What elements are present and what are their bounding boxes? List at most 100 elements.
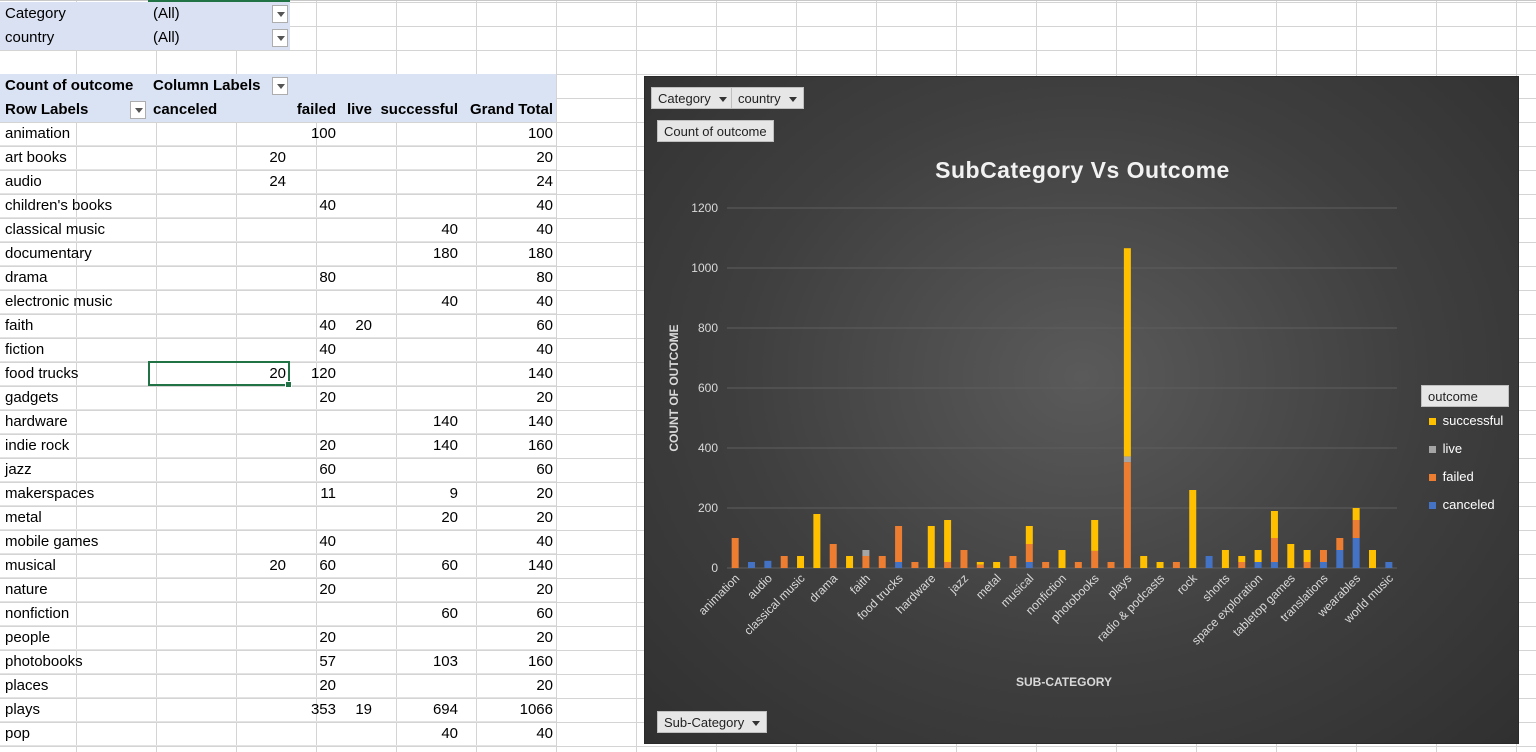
cell-failed[interactable]: 100 xyxy=(290,122,336,146)
row-label[interactable]: documentary xyxy=(5,242,92,266)
cell-canceled[interactable] xyxy=(148,722,286,746)
cell-canceled[interactable] xyxy=(148,290,286,314)
cell-successful[interactable]: 140 xyxy=(372,410,458,434)
cell-live[interactable] xyxy=(336,674,372,698)
row-label[interactable]: makerspaces xyxy=(5,482,94,506)
cell-successful[interactable]: 60 xyxy=(372,554,458,578)
cell-canceled[interactable] xyxy=(148,266,286,290)
cell-live[interactable] xyxy=(336,146,372,170)
cell-live[interactable] xyxy=(336,482,372,506)
cell-total[interactable]: 140 xyxy=(458,554,553,578)
cell-successful[interactable] xyxy=(372,146,458,170)
filter-dropdown-0[interactable] xyxy=(272,5,288,23)
col-header-canceled[interactable]: canceled xyxy=(153,98,217,122)
cell-live[interactable]: 19 xyxy=(336,698,372,722)
row-label[interactable]: audio xyxy=(5,170,42,194)
cell-failed[interactable]: 40 xyxy=(290,338,336,362)
row-label[interactable]: metal xyxy=(5,506,42,530)
row-label[interactable]: fiction xyxy=(5,338,44,362)
cell-failed[interactable]: 57 xyxy=(290,650,336,674)
cell-failed[interactable] xyxy=(290,146,336,170)
col-header-grand-total[interactable]: Grand Total xyxy=(458,98,553,122)
cell-failed[interactable] xyxy=(290,218,336,242)
pivot-chart[interactable]: Category country Count of outcome SubCat… xyxy=(644,76,1519,744)
legend-item-failed[interactable]: failed xyxy=(1421,463,1511,491)
cell-live[interactable] xyxy=(336,578,372,602)
cell-canceled[interactable]: 20 xyxy=(148,146,286,170)
cell-successful[interactable] xyxy=(372,578,458,602)
cell-successful[interactable] xyxy=(372,674,458,698)
cell-total[interactable]: 20 xyxy=(458,506,553,530)
cell-successful[interactable] xyxy=(372,338,458,362)
row-label[interactable]: art books xyxy=(5,146,67,170)
cell-canceled[interactable] xyxy=(148,122,286,146)
column-labels-filter-dropdown[interactable] xyxy=(272,77,288,95)
col-header-live[interactable]: live xyxy=(336,98,372,122)
cell-live[interactable] xyxy=(336,290,372,314)
col-header-failed[interactable]: failed xyxy=(290,98,336,122)
cell-canceled[interactable] xyxy=(148,530,286,554)
cell-failed[interactable] xyxy=(290,602,336,626)
row-label[interactable]: people xyxy=(5,626,50,650)
cell-live[interactable]: 20 xyxy=(336,314,372,338)
cell-canceled[interactable] xyxy=(148,218,286,242)
cell-failed[interactable]: 120 xyxy=(290,362,336,386)
row-label[interactable]: mobile games xyxy=(5,530,98,554)
cell-canceled[interactable] xyxy=(148,650,286,674)
row-label[interactable]: food trucks xyxy=(5,362,78,386)
cell-canceled[interactable] xyxy=(148,602,286,626)
cell-failed[interactable] xyxy=(290,506,336,530)
cell-total[interactable]: 40 xyxy=(458,722,553,746)
legend-field-button[interactable]: outcome xyxy=(1421,385,1509,423)
cell-successful[interactable]: 9 xyxy=(372,482,458,506)
cell-canceled[interactable] xyxy=(148,674,286,698)
cell-failed[interactable]: 80 xyxy=(290,266,336,290)
cell-live[interactable] xyxy=(336,626,372,650)
filter-dropdown-1[interactable] xyxy=(272,29,288,47)
cell-live[interactable] xyxy=(336,410,372,434)
cell-total[interactable]: 100 xyxy=(458,122,553,146)
cell-canceled[interactable] xyxy=(148,626,286,650)
cell-total[interactable]: 20 xyxy=(458,626,553,650)
cell-canceled[interactable] xyxy=(148,386,286,410)
cell-live[interactable] xyxy=(336,362,372,386)
cell-failed[interactable]: 40 xyxy=(290,194,336,218)
filter-value-0[interactable]: (All) xyxy=(153,2,180,26)
cell-total[interactable]: 40 xyxy=(458,530,553,554)
cell-failed[interactable]: 40 xyxy=(290,314,336,338)
cell-total[interactable]: 20 xyxy=(458,674,553,698)
cell-successful[interactable] xyxy=(372,530,458,554)
cell-successful[interactable] xyxy=(372,626,458,650)
row-label[interactable]: classical music xyxy=(5,218,105,242)
row-label[interactable]: photobooks xyxy=(5,650,83,674)
cell-successful[interactable]: 180 xyxy=(372,242,458,266)
row-label[interactable]: indie rock xyxy=(5,434,69,458)
cell-successful[interactable]: 40 xyxy=(372,290,458,314)
row-label[interactable]: electronic music xyxy=(5,290,113,314)
chart-axis-field-button[interactable]: Sub-Category xyxy=(657,711,768,733)
cell-canceled[interactable] xyxy=(148,410,286,434)
row-label[interactable]: gadgets xyxy=(5,386,58,410)
cell-total[interactable]: 40 xyxy=(458,338,553,362)
cell-failed[interactable] xyxy=(290,722,336,746)
cell-failed[interactable]: 20 xyxy=(290,386,336,410)
cell-live[interactable] xyxy=(336,434,372,458)
cell-failed[interactable]: 20 xyxy=(290,674,336,698)
cell-total[interactable]: 20 xyxy=(458,146,553,170)
cell-live[interactable] xyxy=(336,386,372,410)
cell-total[interactable]: 160 xyxy=(458,434,553,458)
cell-successful[interactable] xyxy=(372,266,458,290)
cell-failed[interactable] xyxy=(290,410,336,434)
cell-successful[interactable] xyxy=(372,362,458,386)
cell-live[interactable] xyxy=(336,554,372,578)
row-label[interactable]: plays xyxy=(5,698,40,722)
cell-live[interactable] xyxy=(336,722,372,746)
cell-successful[interactable] xyxy=(372,458,458,482)
cell-failed[interactable]: 20 xyxy=(290,434,336,458)
cell-total[interactable]: 60 xyxy=(458,458,553,482)
cell-canceled[interactable] xyxy=(148,458,286,482)
cell-canceled[interactable]: 20 xyxy=(148,554,286,578)
cell-successful[interactable] xyxy=(372,386,458,410)
cell-failed[interactable]: 353 xyxy=(290,698,336,722)
cell-live[interactable] xyxy=(336,506,372,530)
